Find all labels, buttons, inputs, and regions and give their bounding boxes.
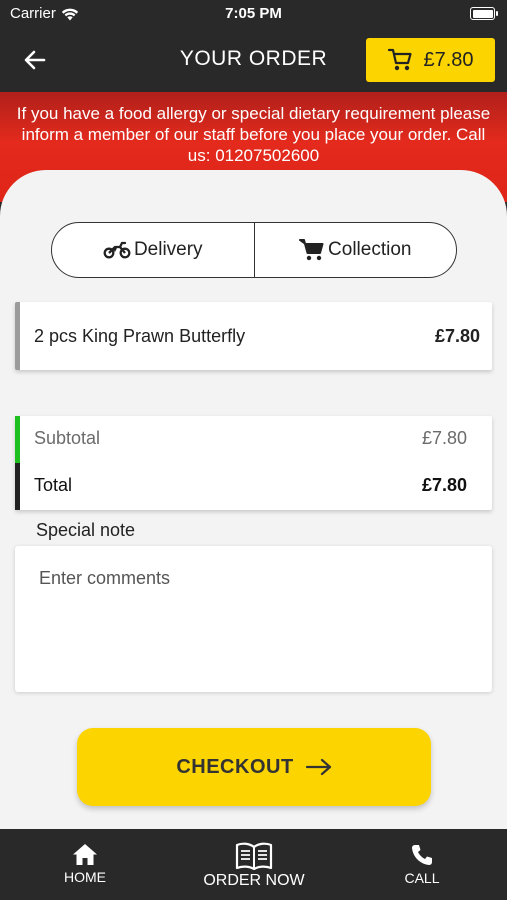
order-totals: Subtotal £7.80 Total £7.80	[15, 416, 492, 510]
arrow-right-icon	[305, 758, 331, 776]
tab-home-label: HOME	[64, 869, 106, 885]
collection-option[interactable]: Collection	[253, 223, 457, 277]
allergy-notice: If you have a food allergy or special di…	[16, 104, 491, 165]
tab-call[interactable]: CALL	[392, 829, 452, 900]
tab-call-label: CALL	[404, 870, 440, 886]
total-row: Total £7.80	[15, 463, 492, 510]
phone-icon	[412, 845, 432, 865]
total-value: £7.80	[421, 475, 467, 495]
checkout-label: CHECKOUT	[176, 755, 294, 778]
cart-icon	[388, 48, 413, 71]
special-note-input[interactable]	[15, 546, 492, 692]
item-name: 2 pcs King Prawn Butterfly	[34, 326, 246, 346]
order-item[interactable]: 2 pcs King Prawn Butterfly £7.80	[15, 302, 492, 370]
cart-button[interactable]: £7.80	[366, 38, 495, 82]
clock: 7:05 PM	[225, 5, 282, 22]
subtotal-row: Subtotal £7.80	[15, 416, 492, 463]
nav-bar: YOUR ORDER £7.80	[0, 28, 507, 92]
checkout-button[interactable]: CHECKOUT	[77, 728, 431, 806]
delivery-label: Delivery	[133, 239, 203, 260]
tab-bar: HOME ORDER NOW CALL	[0, 829, 507, 900]
status-bar: Carrier 7:05 PM	[0, 0, 507, 28]
tab-order-now[interactable]: ORDER NOW	[184, 829, 324, 900]
home-icon	[73, 844, 97, 865]
motorbike-icon	[103, 241, 131, 259]
tab-order-now-label: ORDER NOW	[203, 872, 305, 889]
subtotal-value: £7.80	[421, 428, 467, 448]
order-mode-toggle: Delivery Collection	[51, 222, 457, 278]
special-note-label: Special note	[36, 520, 136, 540]
delivery-option[interactable]: Delivery	[52, 223, 254, 277]
cart-icon	[299, 239, 324, 261]
menu-book-icon	[235, 842, 273, 870]
subtotal-label: Subtotal	[34, 428, 101, 448]
cart-total: £7.80	[423, 48, 474, 71]
battery-icon	[470, 7, 498, 20]
collection-label: Collection	[328, 239, 412, 260]
item-price: £7.80	[434, 326, 480, 346]
order-content: Delivery Collection 2 pcs King Prawn But…	[0, 170, 507, 830]
tab-home[interactable]: HOME	[54, 829, 116, 900]
total-label: Total	[34, 475, 73, 495]
